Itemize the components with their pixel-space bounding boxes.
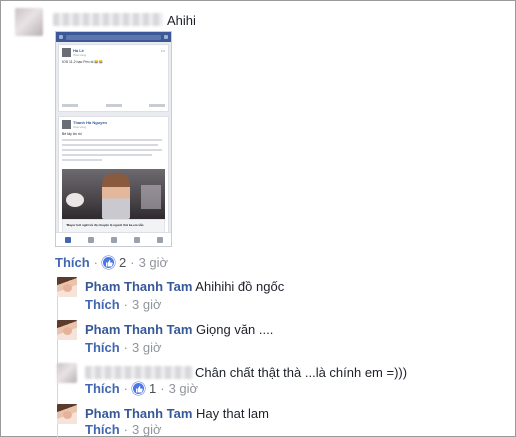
- news-feed-icon: [64, 236, 71, 243]
- mini-facebook-header: [56, 32, 171, 42]
- mini-post-text: IOS 11.2 hạo Pm rồi 😂😂: [62, 60, 104, 64]
- reply-author[interactable]: Pham Thanh Tam: [85, 322, 192, 337]
- camera-icon: [59, 35, 63, 39]
- avatar[interactable]: [57, 277, 77, 297]
- comment-thread: Ahihi Hà Lê Vừa xong ••• IOS 11.2 hạo Pm…: [0, 0, 516, 437]
- mini-post-text: Bé tây ăn rồi: [62, 132, 82, 136]
- avatar-blurred[interactable]: [57, 363, 77, 383]
- like-reaction-icon[interactable]: [102, 256, 116, 269]
- reply-content: Chân chất thật thà ...là chính em =))): [195, 365, 407, 380]
- text-line: [62, 149, 162, 151]
- reply-content: Pham Thanh Tam Hay that lam: [85, 406, 269, 421]
- globe-icon: [133, 236, 140, 243]
- post-photo: [62, 169, 165, 219]
- separator: ·: [123, 422, 129, 437]
- reply-author-blurred[interactable]: [85, 366, 193, 379]
- mini-bottom-nav: [56, 232, 171, 246]
- separator: ·: [123, 381, 129, 396]
- reaction-count[interactable]: 1: [149, 381, 156, 396]
- comment-timestamp[interactable]: 3 giờ: [139, 255, 169, 270]
- search-bar: [66, 34, 161, 40]
- separator: ·: [160, 381, 165, 396]
- main-comment-text: Ahihi: [167, 13, 196, 28]
- like-button[interactable]: Thích: [85, 381, 120, 396]
- mini-post-card: Hà Lê Vừa xong ••• IOS 11.2 hạo Pm rồi 😂…: [58, 44, 169, 112]
- like-reaction-icon[interactable]: [132, 382, 146, 395]
- like-button[interactable]: Thích: [85, 422, 120, 437]
- reply-actions: Thích · 3 giờ: [85, 340, 162, 355]
- like-button[interactable]: Thích: [85, 340, 120, 355]
- main-comment-actions: Thích · 2 · 3 giờ: [55, 255, 168, 270]
- mini-post-actions: [62, 104, 165, 108]
- text-line: [62, 159, 102, 161]
- text-line: [62, 139, 162, 141]
- like-button[interactable]: Thích: [85, 297, 120, 312]
- text-line: [62, 144, 158, 146]
- avatar: [62, 48, 71, 57]
- commenter-avatar-blurred[interactable]: [15, 8, 43, 36]
- more-icon: •••: [160, 48, 165, 53]
- reply-text: Hay that lam: [196, 406, 269, 421]
- reply-timestamp[interactable]: 3 giờ: [132, 422, 162, 437]
- separator: ·: [123, 340, 129, 355]
- avatar[interactable]: [57, 320, 77, 340]
- reply-actions: Thích · 3 giờ: [85, 297, 162, 312]
- reply-author[interactable]: Pham Thanh Tam: [85, 406, 192, 421]
- reply-timestamp[interactable]: 3 giờ: [132, 297, 162, 312]
- reply-actions: Thích · 1 · 3 giờ: [85, 381, 198, 396]
- mini-post-card: Thanh Hà Nguyen Vừa xong Bé tây ăn rồi '…: [58, 116, 169, 246]
- reply-actions: Thích · 3 giờ: [85, 422, 162, 437]
- separator: ·: [93, 255, 99, 270]
- avatar[interactable]: [57, 404, 77, 424]
- reply-timestamp[interactable]: 3 giờ: [132, 340, 162, 355]
- avatar: [62, 120, 71, 129]
- reaction-count[interactable]: 2: [119, 255, 126, 270]
- link-title: 'Mayor bởi ngữi tối độ chuyện lộ người t…: [66, 223, 144, 227]
- separator: ·: [130, 255, 135, 270]
- text-line: [62, 154, 152, 156]
- reply-author[interactable]: Pham Thanh Tam: [85, 279, 192, 294]
- commenter-name-blurred[interactable]: [53, 13, 163, 26]
- menu-icon: [156, 236, 163, 243]
- like-button[interactable]: Thích: [55, 255, 90, 270]
- mini-post-meta: Vừa xong: [73, 125, 87, 129]
- separator: ·: [123, 297, 129, 312]
- mini-post-meta: Vừa xong: [73, 53, 87, 57]
- messenger-icon: [164, 35, 168, 39]
- reply-content: Pham Thanh Tam Giọng văn ....: [85, 322, 273, 337]
- reply-text: Giọng văn ....: [196, 322, 274, 337]
- video-icon: [110, 236, 117, 243]
- reply-timestamp[interactable]: 3 giờ: [169, 381, 199, 396]
- reply-text: Ahihihi đồ ngốc: [195, 279, 285, 294]
- friends-icon: [87, 236, 94, 243]
- comment-attached-image[interactable]: Hà Lê Vừa xong ••• IOS 11.2 hạo Pm rồi 😂…: [55, 31, 172, 247]
- reply-text: Chân chất thật thà ...là chính em =))): [195, 365, 408, 380]
- reply-content: Pham Thanh Tam Ahihihi đồ ngốc: [85, 279, 284, 294]
